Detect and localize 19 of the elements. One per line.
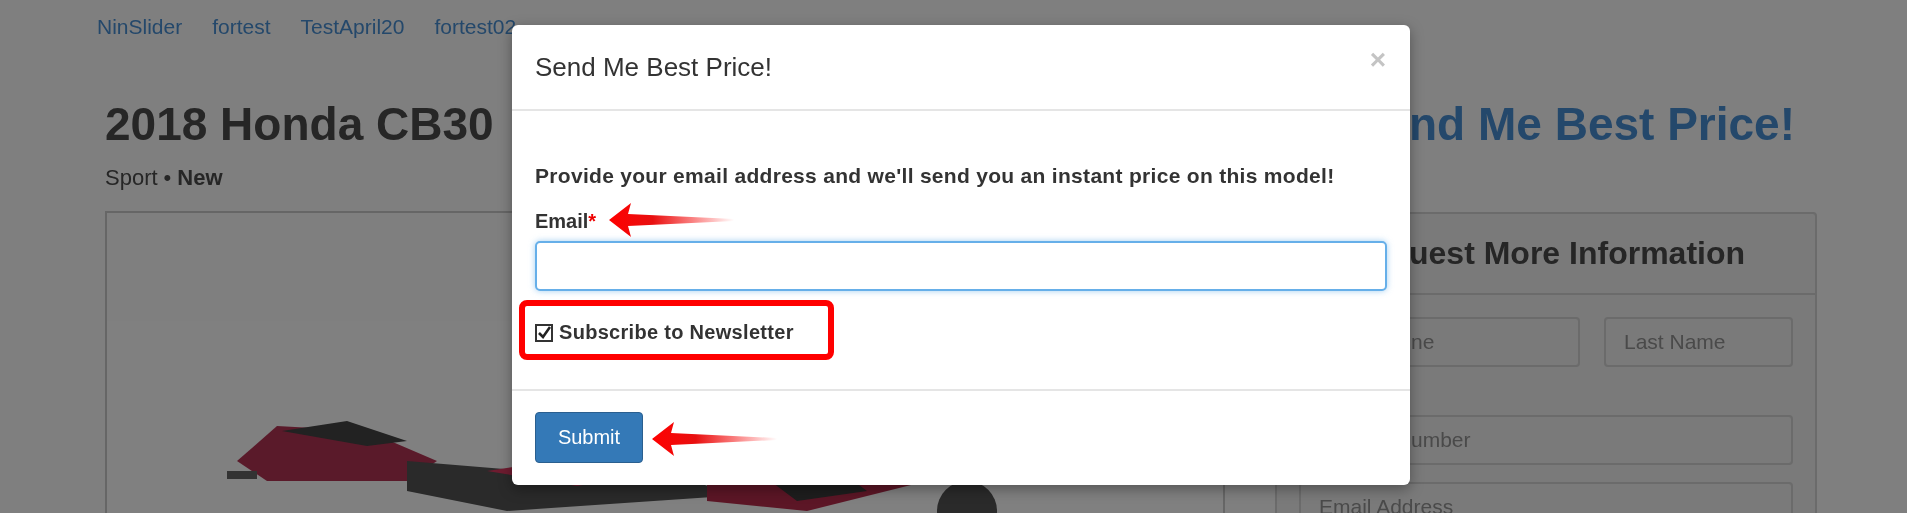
close-button[interactable]: × (1369, 44, 1386, 76)
product-category: Sport (105, 166, 158, 190)
nav-link[interactable]: fortest (212, 15, 271, 47)
product-title: 2018 Honda CB30 (105, 97, 494, 152)
checkbox[interactable] (535, 323, 553, 342)
separator-dot: • (163, 166, 172, 190)
submit-button[interactable]: Submit (535, 412, 643, 463)
modal-title: Send Me Best Price! (535, 51, 772, 83)
product-condition: New (177, 166, 223, 190)
nav-link[interactable]: TestApril20 (300, 15, 405, 47)
intro-text: Provide your email address and we'll send you an instant price on this model! (535, 164, 1335, 188)
arrow-icon (609, 203, 734, 237)
checkbox-label[interactable]: Subscribe to Newsletter (559, 321, 794, 344)
email-label: Email* (535, 210, 597, 232)
section-heading: nd Me Best Price! (1409, 97, 1795, 152)
email-field[interactable] (535, 241, 1387, 291)
arrow-icon (652, 422, 777, 456)
nav-link[interactable]: fortest02 (434, 15, 517, 47)
nav-link[interactable]: NinSlider (97, 15, 183, 47)
